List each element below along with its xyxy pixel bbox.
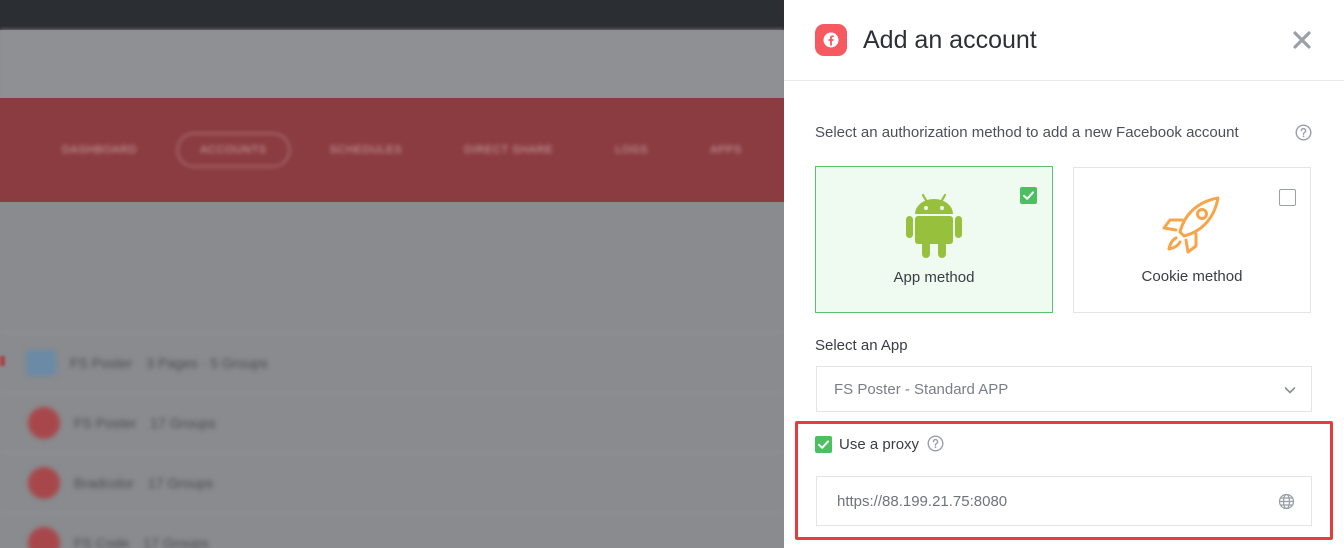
bg-row-meta: 17 Groups (143, 534, 209, 548)
bg-row-name: Bradcolor (74, 474, 134, 491)
bg-nav-accounts: ACCOUNTS (177, 133, 290, 167)
bg-list-row: FS Poster 3 Pages · 5 Groups (0, 332, 784, 392)
use-proxy-checkbox[interactable] (815, 436, 832, 453)
panel-header: Add an account (784, 0, 1344, 81)
globe-icon (1278, 493, 1295, 510)
android-icon (906, 193, 962, 259)
bg-nav-dashboard: DASHBOARD (62, 144, 138, 156)
bg-nav-apps: APPS (710, 144, 742, 156)
select-app-label: Select an App (815, 337, 908, 354)
cookie-method-checkbox[interactable] (1279, 189, 1296, 206)
bg-row-meta: 3 Pages · 5 Groups (146, 354, 268, 371)
facebook-icon (815, 24, 847, 56)
bg-nav: DASHBOARD ACCOUNTS SCHEDULES DIRECT SHAR… (40, 98, 782, 202)
bg-list-row: Bradcolor 17 Groups (0, 452, 784, 512)
close-icon[interactable] (1291, 29, 1313, 51)
bg-nav-schedules: SCHEDULES (329, 144, 403, 156)
proxy-help-icon[interactable] (927, 435, 944, 452)
add-account-panel: Add an account Select an authorization m… (784, 0, 1344, 548)
rocket-icon (1160, 192, 1224, 256)
proxy-input[interactable]: https://88.199.21.75:8080 (816, 476, 1312, 526)
app-method-label: App method (893, 269, 975, 286)
avatar (28, 466, 60, 499)
panel-title: Add an account (863, 26, 1037, 54)
app-method-card[interactable]: App method (815, 166, 1053, 313)
cookie-method-card[interactable]: Cookie method (1073, 167, 1311, 313)
bg-list-row: FS Code 17 Groups (0, 512, 784, 548)
use-proxy-label[interactable]: Use a proxy (839, 436, 919, 453)
bg-row-meta: 17 Groups (150, 414, 216, 431)
avatar (28, 406, 60, 439)
bg-row-name: FS Poster (74, 414, 137, 431)
help-icon[interactable] (1295, 124, 1312, 141)
bg-nav-logs: LOGS (615, 144, 649, 156)
app-select[interactable]: FS Poster - Standard APP (816, 366, 1312, 412)
cookie-method-label: Cookie method (1141, 268, 1243, 285)
bg-nav-direct-share: DIRECT SHARE (464, 144, 554, 156)
app-method-checkbox[interactable] (1020, 187, 1037, 204)
bg-topbar (0, 0, 784, 30)
bg-row-name: FS Poster (70, 354, 133, 371)
bg-subheader (0, 30, 784, 98)
folder-icon (26, 349, 56, 376)
chevron-down-icon (1283, 383, 1297, 397)
bg-nav-bar: DASHBOARD ACCOUNTS SCHEDULES DIRECT SHAR… (0, 98, 784, 202)
bg-row-name: FS Code (74, 534, 130, 548)
bg-list-row: FS Poster 17 Groups (0, 392, 784, 452)
avatar (28, 526, 60, 548)
background-app: DASHBOARD ACCOUNTS SCHEDULES DIRECT SHAR… (0, 0, 784, 548)
auth-method-prompt: Select an authorization method to add a … (815, 124, 1239, 141)
app-select-value: FS Poster - Standard APP (834, 381, 1009, 398)
bg-row-meta: 17 Groups (147, 474, 214, 491)
proxy-input-value: https://88.199.21.75:8080 (837, 493, 1008, 510)
